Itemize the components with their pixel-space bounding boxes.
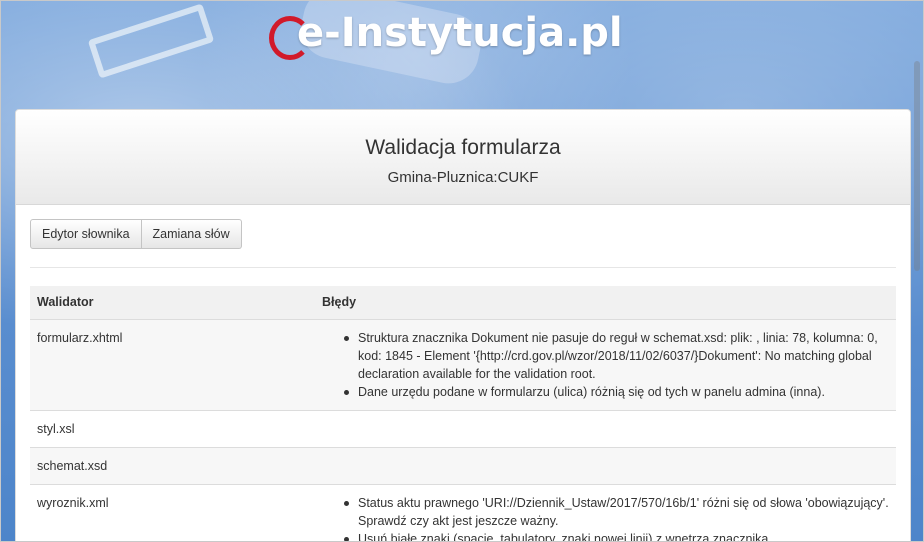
logo-text: e-Instytucja.pl [297, 10, 623, 56]
table-header-row: Walidator Błędy [30, 286, 896, 320]
dictionary-editor-button[interactable]: Edytor słownika [30, 219, 142, 249]
error-item: Struktura znacznika Dokument nie pasuje … [344, 329, 889, 383]
validator-cell: formularz.xhtml [30, 319, 315, 411]
error-item: Usuń białe znaki (spacje, tabulatory, zn… [344, 530, 889, 541]
panel-body: Edytor słownika Zamiana słów Walidator B… [16, 205, 910, 541]
page: e-Instytucja.pl Walidacja formularza Gmi… [0, 0, 924, 542]
column-header-errors: Błędy [315, 286, 896, 320]
error-item: Dane urzędu podane w formularzu (ulica) … [344, 383, 889, 401]
validator-cell: schemat.xsd [30, 447, 315, 485]
page-title: Walidacja formularza [365, 136, 561, 159]
scrollbar-thumb[interactable] [914, 61, 920, 271]
scrollbar[interactable] [910, 1, 922, 541]
page-subtitle: Gmina-Pluznica:CUKF [387, 169, 539, 186]
table-row: wyroznik.xml Status aktu prawnego 'URI://… [30, 484, 896, 541]
validation-panel: Walidacja formularza Gmina-Pluznica:CUKF… [15, 109, 911, 541]
errors-cell: Struktura znacznika Dokument nie pasuje … [315, 319, 896, 411]
validation-table: Walidator Błędy formularz.xhtml Struktura… [30, 286, 896, 541]
errors-cell: Status aktu prawnego 'URI://Dziennik_Ust… [315, 484, 896, 541]
error-item: Status aktu prawnego 'URI://Dziennik_Ust… [344, 494, 889, 530]
table-body: formularz.xhtml Struktura znacznika Dokum… [30, 319, 896, 541]
column-header-validator: Walidator [30, 286, 315, 320]
table-row: styl.xsl [30, 410, 896, 448]
site-logo[interactable]: e-Instytucja.pl [269, 7, 623, 60]
header-banner: e-Instytucja.pl [1, 1, 923, 109]
table-row: formularz.xhtml Struktura znacznika Dokum… [30, 319, 896, 411]
error-list: Status aktu prawnego 'URI://Dziennik_Ust… [322, 494, 889, 541]
toolbar: Edytor słownika Zamiana słów [30, 219, 242, 249]
panel-header: Walidacja formularza Gmina-Pluznica:CUKF [16, 110, 910, 205]
errors-cell [315, 447, 896, 485]
divider [30, 267, 896, 268]
word-replace-button[interactable]: Zamiana słów [141, 219, 242, 249]
validator-cell: styl.xsl [30, 410, 315, 448]
logo-mark-icon [269, 14, 311, 60]
validator-cell: wyroznik.xml [30, 484, 315, 541]
errors-cell [315, 410, 896, 448]
banner-decoration [87, 3, 215, 79]
error-list: Struktura znacznika Dokument nie pasuje … [322, 329, 889, 401]
table-row: schemat.xsd [30, 447, 896, 485]
